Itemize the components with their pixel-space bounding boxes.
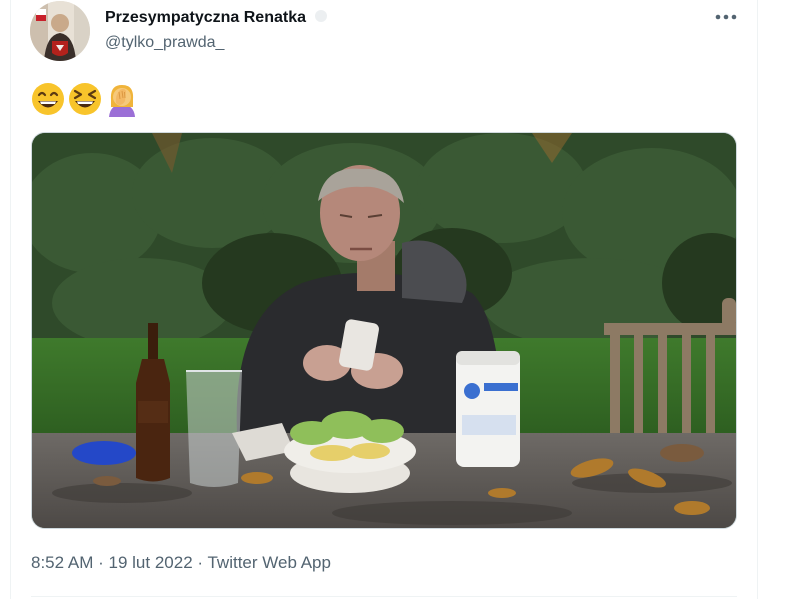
meta-separator: · [197,553,204,572]
tweet-meta: 8:52 AM · 19 lut 2022 · Twitter Web App [31,552,331,574]
meta-separator: · [98,553,104,572]
tweet-date[interactable]: 19 lut 2022 [109,553,193,572]
avatar-image [30,1,90,61]
tweet-time[interactable]: 8:52 AM [31,553,93,572]
more-options-button[interactable] [711,5,741,29]
avatar[interactable] [30,1,90,61]
author-handle[interactable]: @tylko_prawda_ [105,33,328,53]
video-frame [32,133,736,528]
author-block: Przesympatyczna Renatka @tylko_prawda_ [105,8,328,53]
divider [31,596,737,597]
tweet-text [31,80,139,118]
tweet-video[interactable] [31,132,737,529]
author-display-name[interactable]: Przesympatyczna Renatka [105,8,306,28]
tweet: Przesympatyczna Renatka @tylko_prawda_ 8… [11,0,757,599]
grinning-squinting-face-icon [68,81,102,117]
grinning-face-with-smiling-eyes-icon [31,81,65,117]
frame-border-right [757,0,758,599]
woman-facepalming-icon [105,81,139,117]
name-decoration-icon [314,9,328,23]
tweet-source[interactable]: Twitter Web App [207,553,330,572]
more-dots-icon [715,14,737,20]
